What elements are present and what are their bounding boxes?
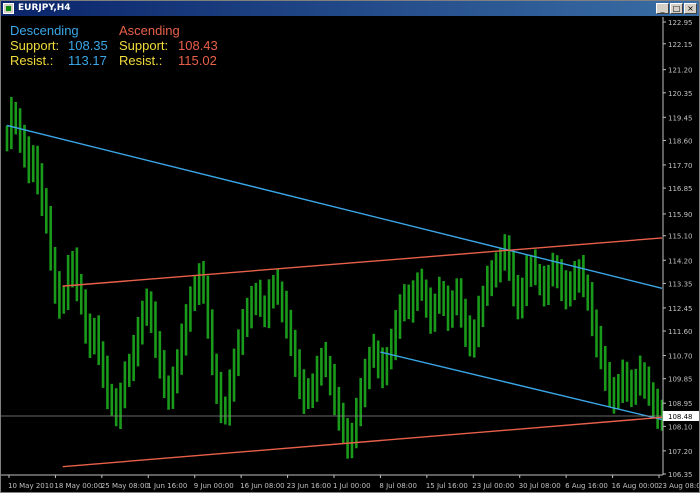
- x-tick-label: 15 Jul 16:00: [426, 482, 468, 490]
- y-tick-label: 120.35: [668, 90, 693, 98]
- x-tick-label: 8 Jul 08:00: [379, 482, 417, 490]
- x-tick-label: 23 Jul 00:00: [472, 482, 514, 490]
- x-tick-label: 23 Aug 08:00: [658, 482, 699, 490]
- y-tick-label: 107.20: [668, 448, 693, 456]
- x-tick-label: 1 Jun 16:00: [147, 482, 187, 490]
- y-tick-label: 114.20: [668, 257, 693, 265]
- current-price-label: 108.48: [668, 413, 693, 421]
- x-tick-label: 1 Jul 00:00: [333, 482, 371, 490]
- ascending-trendline: [62, 237, 663, 287]
- y-tick-label: 122.15: [668, 41, 693, 49]
- desc-resist-label: Resist.:: [10, 53, 54, 68]
- y-tick-label: 112.45: [668, 305, 693, 313]
- x-tick-label: 16 Aug 00:00: [612, 482, 659, 490]
- asc-support-label: Support:: [119, 38, 169, 53]
- y-tick-label: 109.85: [668, 376, 693, 384]
- descending-trendline: [380, 351, 663, 421]
- y-tick-label: 108.10: [668, 423, 693, 431]
- window-title: EURJPY,H4: [18, 3, 71, 13]
- y-tick-label: 113.35: [668, 280, 693, 288]
- y-tick-label: 108.95: [668, 400, 693, 408]
- desc-support-value: 108.35: [68, 38, 108, 53]
- desc-resist-value: 113.17: [68, 53, 107, 68]
- x-tick-label: 16 Jun 08:00: [240, 482, 284, 490]
- y-tick-label: 110.70: [668, 353, 693, 361]
- y-axis: 122.95 122.15 121.20 120.35 119.45 118.60 117.…: [662, 17, 699, 479]
- minimize-button[interactable]: _: [656, 3, 669, 14]
- y-tick-label: 122.95: [668, 19, 693, 27]
- close-button[interactable]: ×: [684, 3, 697, 14]
- x-tick-label: 23 Jun 16:00: [287, 482, 331, 490]
- ascending-title: Ascending: [119, 23, 180, 38]
- asc-resist-value: 115.02: [178, 53, 217, 68]
- y-tick-label: 116.85: [668, 185, 693, 193]
- x-tick-label: 25 May 08:00: [101, 482, 149, 490]
- chart-window: EURJPY,H4 _ □ × 122.95 122.15 121.20 120.35…: [0, 0, 700, 493]
- desc-support-label: Support:: [10, 38, 60, 53]
- descending-title: Descending: [10, 23, 79, 38]
- x-axis: 10 May 2010 18 May 00:0025 May 08:001 Jun…: [1, 474, 699, 490]
- maximize-button[interactable]: □: [670, 3, 683, 14]
- y-tick-label: 115.90: [668, 211, 693, 219]
- chart-plot[interactable]: 122.95 122.15 121.20 120.35 119.45 118.60 117.…: [1, 17, 699, 492]
- title-bar[interactable]: EURJPY,H4 _ □ ×: [1, 1, 699, 16]
- y-tick-label: 106.35: [668, 471, 693, 479]
- x-tick-label: 10 May 2010: [8, 482, 54, 490]
- x-tick-label: 18 May 00:00: [54, 482, 102, 490]
- y-tick-label: 111.60: [668, 328, 693, 336]
- y-tick-label: 115.10: [668, 233, 693, 241]
- y-tick-label: 119.45: [668, 114, 693, 122]
- asc-resist-label: Resist.:: [119, 53, 163, 68]
- asc-support-value: 108.43: [178, 38, 218, 53]
- y-tick-label: 118.60: [668, 137, 693, 145]
- x-tick-label: 9 Jun 00:00: [194, 482, 234, 490]
- chart-icon: [3, 3, 14, 14]
- price-candles: [5, 96, 664, 459]
- y-tick-label: 121.20: [668, 67, 693, 75]
- y-tick-label: 117.70: [668, 162, 693, 170]
- ascending-trendline: [62, 416, 663, 468]
- x-tick-label: 6 Aug 16:00: [565, 482, 608, 490]
- x-tick-label: 30 Jul 08:00: [519, 482, 561, 490]
